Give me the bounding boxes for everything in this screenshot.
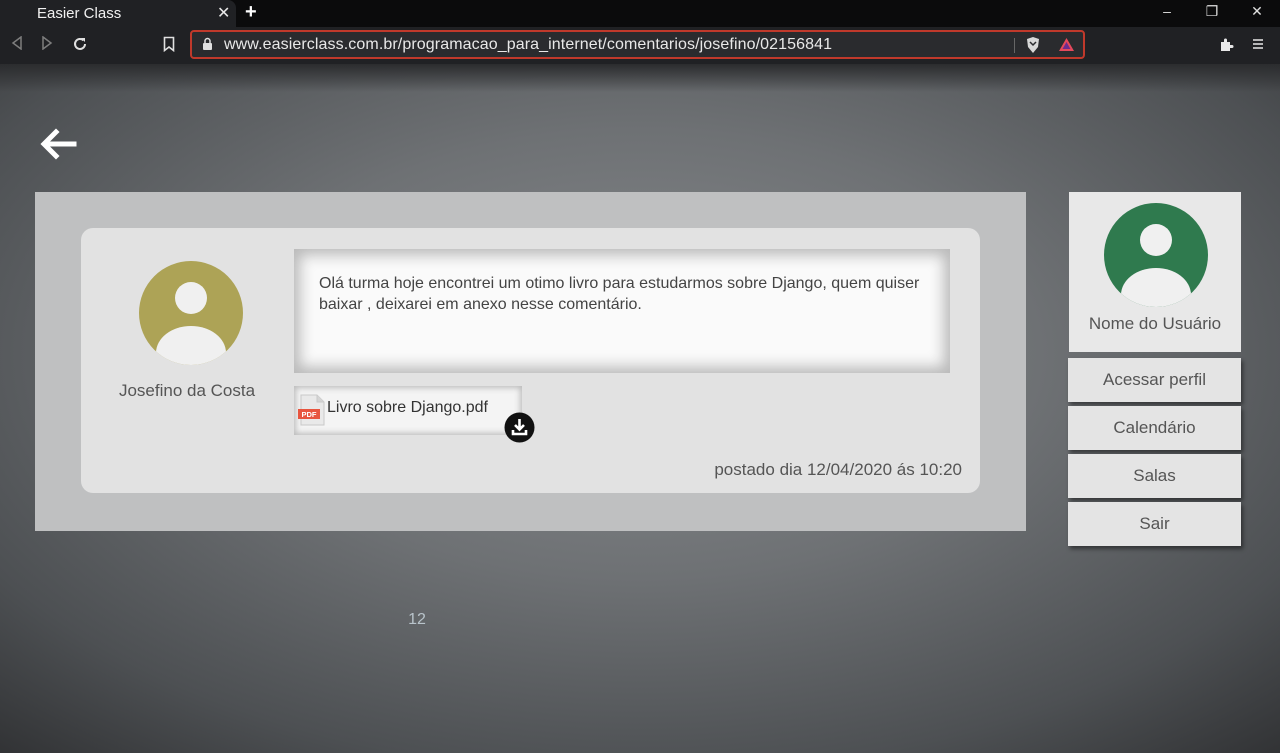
comment-card: Josefino da Costa Olá turma hoje encontr… [81,228,980,493]
menu-icon[interactable] [1252,37,1264,54]
close-window-button[interactable]: ✕ [1247,3,1267,20]
lock-icon [203,37,212,50]
comment-panel: Josefino da Costa Olá turma hoje encontr… [35,192,1026,531]
forward-nav-icon[interactable] [41,35,53,53]
restore-button[interactable]: ❐ [1202,3,1222,20]
comment-box: Olá turma hoje encontrei um otimo livro … [294,249,950,373]
browser-toolbar: www.easierclass.com.br/programacao_para_… [0,27,1280,64]
address-divider [1014,38,1015,53]
author-name: Josefino da Costa [118,381,256,400]
posted-timestamp: postado dia 12/04/2020 ás 10:20 [714,460,962,479]
attachment-file[interactable]: PDF Livro sobre Django.pdf [294,386,522,435]
author-avatar-icon [139,261,243,365]
logout-button[interactable]: Sair [1068,502,1241,546]
page-viewport: Josefino da Costa Olá turma hoje encontr… [0,64,1280,753]
user-avatar-icon [1104,203,1208,307]
user-card: Nome do Usuário [1069,192,1241,352]
tab-close-icon[interactable]: ✕ [217,3,230,23]
download-icon[interactable] [504,412,535,443]
user-name: Nome do Usuário [1088,314,1222,333]
pdf-badge: PDF [302,410,317,419]
back-nav-icon[interactable] [11,35,23,53]
reload-icon[interactable] [72,36,88,55]
calendar-button[interactable]: Calendário [1068,406,1241,450]
tab-strip: Easier Class ✕ + – ❐ ✕ [0,0,1280,27]
rooms-button[interactable]: Salas [1068,454,1241,498]
rewards-icon[interactable] [1058,37,1075,52]
tab-title: Easier Class [37,5,122,22]
shields-icon[interactable] [1025,36,1041,54]
comment-text: Olá turma hoje encontrei um otimo livro … [319,275,920,313]
minimize-button[interactable]: – [1157,3,1177,19]
pdf-file-icon: PDF [298,394,325,426]
extensions-icon[interactable] [1219,37,1234,55]
new-tab-button[interactable]: + [245,1,257,24]
url-text: www.easierclass.com.br/programacao_para_… [224,36,833,53]
page-number[interactable]: 12 [400,611,434,629]
profile-button[interactable]: Acessar perfil [1068,358,1241,402]
attachment-name: Livro sobre Django.pdf [327,399,488,416]
browser-tab[interactable]: Easier Class ✕ [0,0,236,27]
bookmark-icon[interactable] [163,36,175,55]
back-arrow-icon[interactable] [38,126,78,162]
address-bar[interactable]: www.easierclass.com.br/programacao_para_… [190,30,1085,59]
